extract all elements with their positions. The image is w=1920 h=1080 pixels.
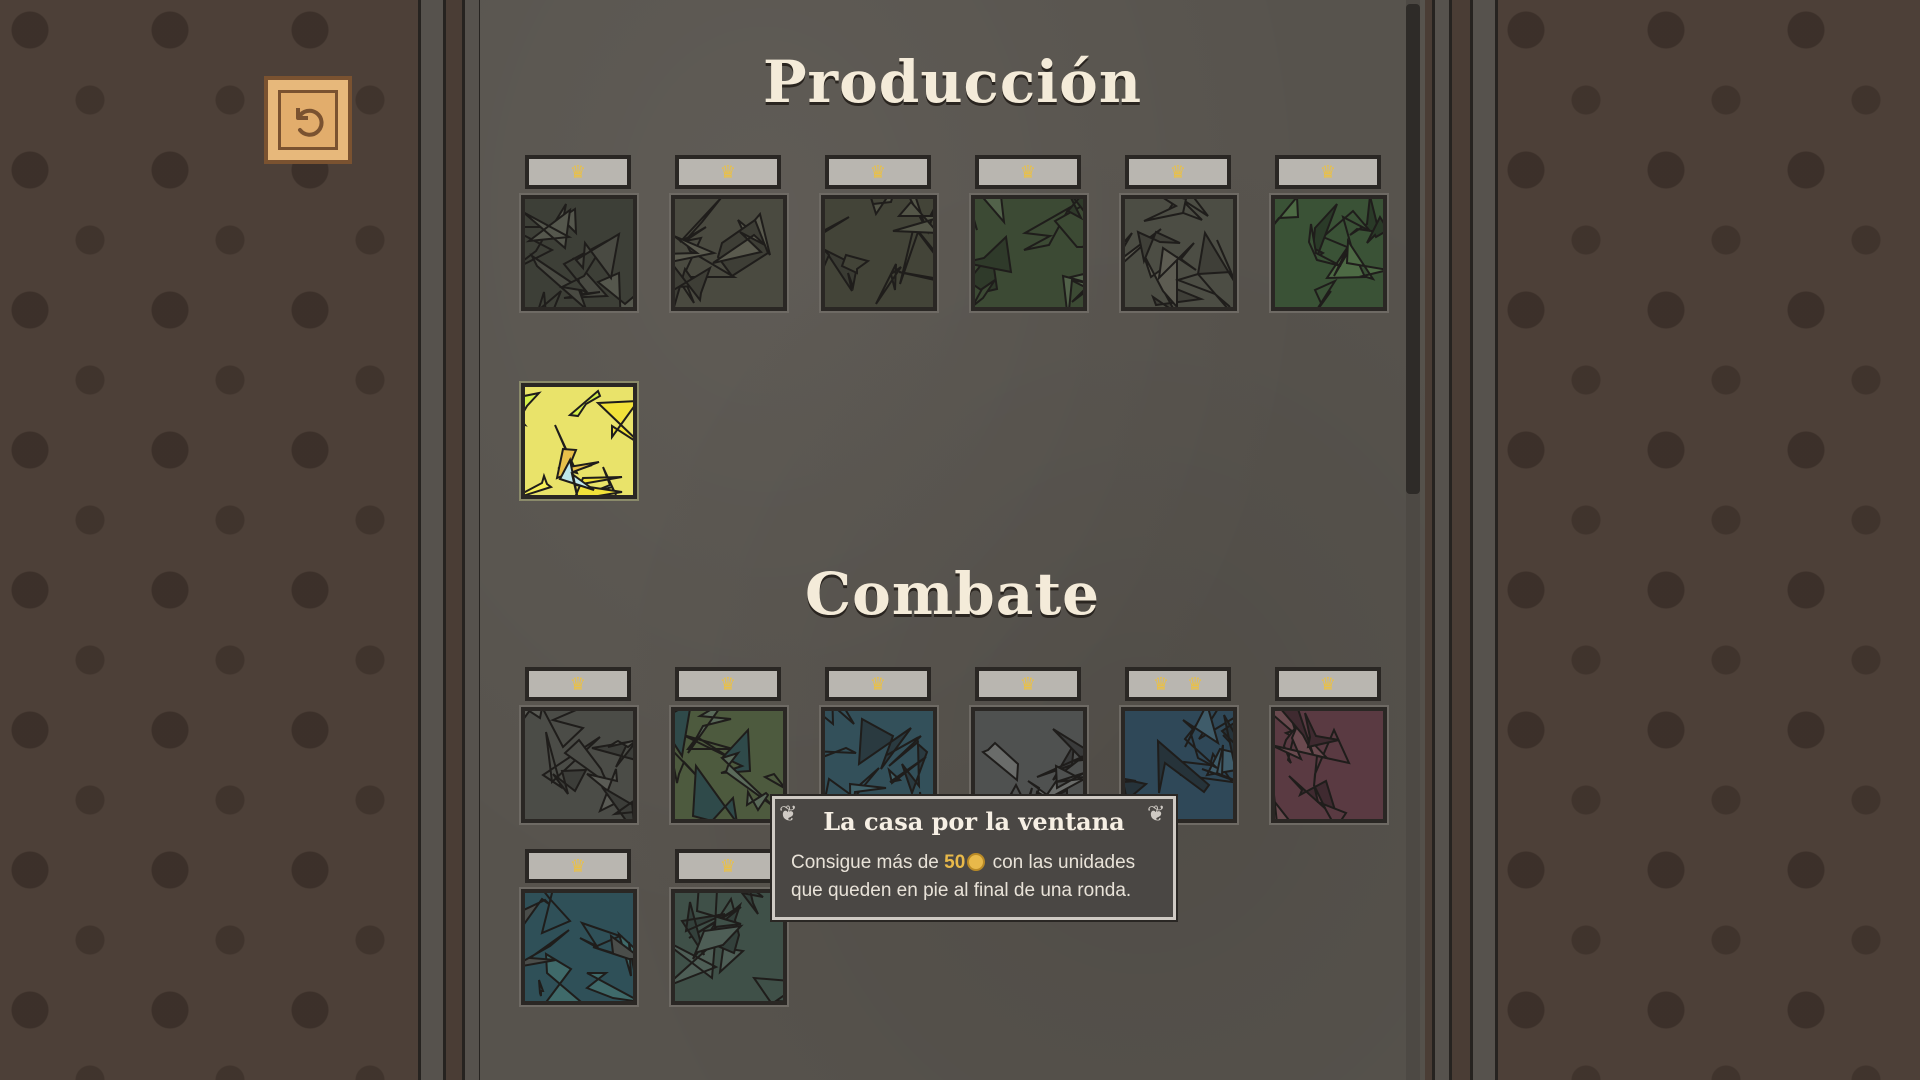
achievement-production[interactable]: ♛ [669, 155, 789, 313]
crown-bar: ♛ [1275, 667, 1381, 701]
achievement-production[interactable]: ♛ [969, 155, 1089, 313]
achievement-artwork [519, 887, 639, 1007]
crown-icon: ♛ [719, 162, 737, 182]
crown-bar: ♛ [825, 155, 931, 189]
achievement-production[interactable]: ♛ [1269, 155, 1389, 313]
achievement-artwork [519, 705, 639, 825]
achievement-combat[interactable]: ♛ [519, 849, 639, 1007]
crown-icon: ♛ [869, 674, 887, 694]
crown-bar: ♛ [525, 155, 631, 189]
achievement-combat[interactable]: ♛ [1269, 667, 1389, 825]
crown-icon: ♛ [719, 674, 737, 694]
section-title-production: Producción [762, 48, 1143, 116]
achievement-production[interactable]: ♛ [819, 155, 939, 313]
right-pillar-outer [1470, 0, 1498, 1080]
crown-bar: ♛ [675, 849, 781, 883]
crown-icon: ♛ [1319, 674, 1337, 694]
section-title-combat: Combate [804, 560, 1101, 628]
crown-bar: ♛ [975, 667, 1081, 701]
crown-icon: ♛ [1019, 674, 1037, 694]
achievement-artwork [519, 193, 639, 313]
achievement-artwork [819, 193, 939, 313]
crown-icon: ♛ [1152, 674, 1169, 694]
crown-bar: ♛ [975, 155, 1081, 189]
crown-bar: ♛ [1125, 155, 1231, 189]
achievement-combat[interactable]: ♛ [519, 667, 639, 825]
achievement-artwork [1119, 193, 1239, 313]
left-pillar-outer [418, 0, 446, 1080]
back-button[interactable] [264, 76, 352, 164]
right-wall-background [1496, 0, 1920, 1080]
crown-bar: ♛ ♛ [1125, 667, 1231, 701]
achievement-production[interactable]: ♛ [1119, 155, 1239, 313]
undo-arrow-icon [296, 108, 324, 137]
crown-icon: ♛ [1169, 162, 1187, 182]
crown-icon: ♛ [1187, 674, 1204, 694]
achievement-production[interactable] [519, 381, 639, 501]
achievement-artwork [1269, 193, 1389, 313]
achievement-artwork [669, 705, 789, 825]
crown-bar: ♛ [675, 667, 781, 701]
achievement-artwork [669, 193, 789, 313]
right-pillar-inner [1432, 0, 1452, 1080]
crown-icon: ♛ [869, 162, 887, 182]
achievement-production[interactable]: ♛ [519, 155, 639, 313]
crown-icon: ♛ [569, 162, 587, 182]
crown-icon: ♛ [1019, 162, 1037, 182]
tooltip-amount: 50 [944, 852, 966, 873]
crown-bar: ♛ [525, 849, 631, 883]
crown-bar: ♛ [525, 667, 631, 701]
achievement-artwork [1269, 705, 1389, 825]
left-pillar-inner [462, 0, 482, 1080]
left-wall-background [0, 0, 420, 1080]
crown-icon: ♛ [569, 856, 587, 876]
crown-bar: ♛ [675, 155, 781, 189]
achievement-combat[interactable]: ♛ [669, 667, 789, 825]
achievement-artwork [969, 193, 1089, 313]
achievement-tooltip: ❦ ❦ La casa por la ventana Consigue más … [772, 796, 1176, 920]
achievement-artwork [519, 381, 639, 501]
crown-bar: ♛ [1275, 155, 1381, 189]
crown-icon: ♛ [569, 674, 587, 694]
tooltip-body-prefix: Consigue más de [791, 852, 945, 873]
tooltip-title: La casa por la ventana [823, 807, 1125, 836]
crown-bar: ♛ [825, 667, 931, 701]
tooltip-description: Consigue más de 50 con las unidades que … [791, 849, 1163, 905]
crown-icon: ♛ [719, 856, 737, 876]
achievement-artwork [669, 887, 789, 1007]
achievement-combat[interactable]: ♛ [669, 849, 789, 1007]
crown-icon: ♛ [1319, 162, 1337, 182]
coin-icon [967, 853, 986, 871]
